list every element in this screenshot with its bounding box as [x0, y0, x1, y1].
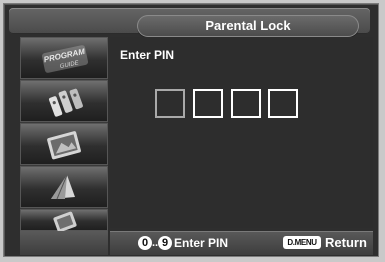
key-0-badge: 0 — [138, 236, 152, 250]
enter-pin-hint: Enter PIN — [174, 236, 229, 250]
page-title: Parental Lock — [205, 18, 291, 33]
side-menu-footer-strip — [20, 231, 108, 255]
picture-icon — [47, 131, 81, 160]
return-hint[interactable]: Return — [325, 235, 367, 251]
tv-osd-screen: Parental Lock PROGRAM GUIDE Enter PIN 0 … — [0, 0, 385, 262]
channel-icon — [48, 88, 83, 117]
side-menu-item-picture[interactable] — [20, 123, 108, 165]
dmenu-key-badge: D.MENU — [283, 236, 321, 249]
pin-digit-4[interactable] — [268, 89, 298, 118]
side-menu-item-setup[interactable] — [20, 209, 108, 232]
enter-pin-label: Enter PIN — [120, 48, 175, 62]
side-menu-item-program-guide[interactable]: PROGRAM GUIDE — [20, 37, 108, 79]
side-menu-item-sound[interactable] — [20, 166, 108, 208]
pin-digit-2[interactable] — [193, 89, 223, 118]
setup-icon — [53, 211, 77, 232]
program-guide-icon: PROGRAM GUIDE — [41, 45, 89, 73]
key-9-badge: 9 — [158, 236, 172, 250]
side-menu-item-channel[interactable] — [20, 80, 108, 122]
pin-digit-3[interactable] — [231, 89, 261, 118]
main-panel — [110, 37, 373, 228]
pin-digit-1[interactable] — [155, 89, 185, 118]
sound-icon — [51, 174, 75, 200]
